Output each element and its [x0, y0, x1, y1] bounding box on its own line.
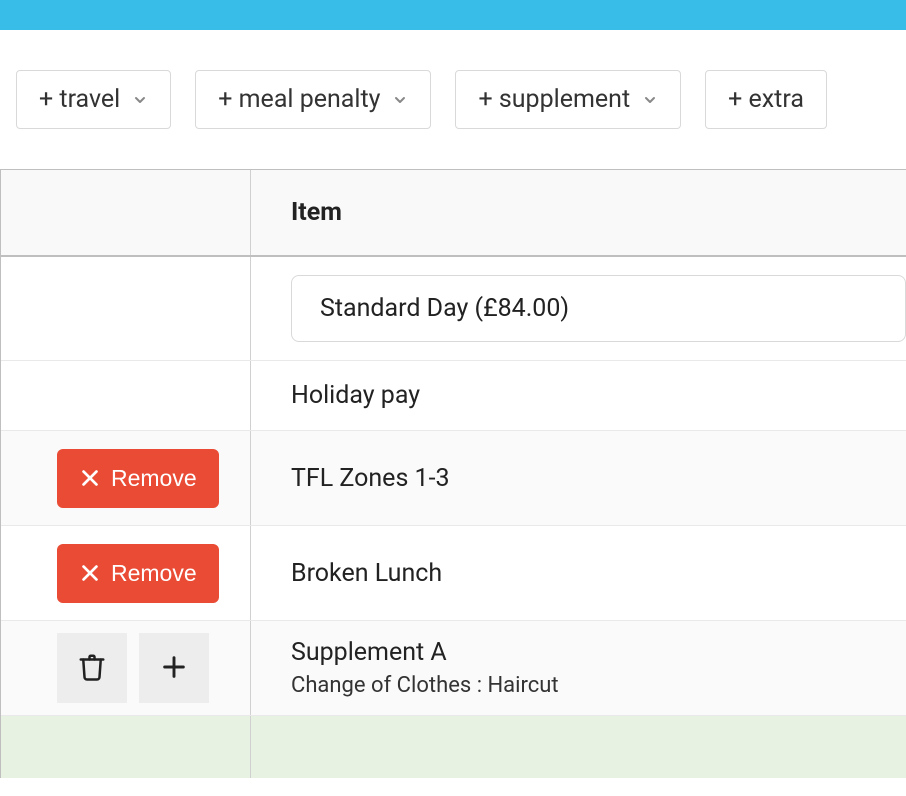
items-table: Item Standard Day (£84.00) Holiday pay R… [0, 169, 906, 778]
table-row: Holiday pay [1, 361, 906, 431]
item-cell: Broken Lunch [251, 526, 906, 620]
header-item-cell: Item [251, 170, 906, 255]
day-rate-value: Standard Day (£84.00) [320, 294, 569, 323]
plus-icon [160, 653, 188, 684]
item-cell: Standard Day (£84.00) [251, 257, 906, 360]
item-cell: Supplement A Change of Clothes : Haircut [251, 621, 906, 715]
supplement-detail: Change of Clothes : Haircut [291, 673, 866, 698]
supplement-title: Supplement A [291, 638, 866, 667]
action-toolbar: + travel + meal penalty + supplement + e… [0, 30, 906, 169]
add-extra-button[interactable]: + extra [705, 70, 827, 129]
add-travel-button[interactable]: + travel [16, 70, 171, 129]
trash-icon [77, 652, 107, 685]
close-icon [79, 467, 101, 489]
add-extra-label: + extra [728, 85, 804, 114]
actions-cell: Remove [1, 431, 251, 525]
add-supplement-label: + supplement [478, 85, 630, 114]
remove-button[interactable]: Remove [57, 544, 219, 603]
add-button[interactable] [139, 633, 209, 703]
actions-cell [1, 361, 251, 430]
table-row: Remove TFL Zones 1-3 [1, 431, 906, 526]
item-cell: TFL Zones 1-3 [251, 431, 906, 525]
table-header-row: Item [1, 170, 906, 257]
table-row: Supplement A Change of Clothes : Haircut [1, 621, 906, 716]
footer-actions-cell [1, 716, 251, 778]
remove-label: Remove [111, 465, 197, 492]
day-rate-select[interactable]: Standard Day (£84.00) [291, 275, 906, 342]
footer-item-cell [251, 716, 906, 778]
actions-cell [1, 621, 251, 715]
table-row: Standard Day (£84.00) [1, 257, 906, 361]
actions-cell: Remove [1, 526, 251, 620]
remove-label: Remove [111, 560, 197, 587]
actions-cell [1, 257, 251, 360]
chevron-down-icon [642, 92, 658, 108]
chevron-down-icon [132, 92, 148, 108]
add-meal-penalty-label: + meal penalty [218, 85, 380, 114]
remove-button[interactable]: Remove [57, 449, 219, 508]
close-icon [79, 562, 101, 584]
delete-button[interactable] [57, 633, 127, 703]
table-footer-row [1, 716, 906, 778]
item-cell: Holiday pay [251, 361, 906, 430]
table-row: Remove Broken Lunch [1, 526, 906, 621]
add-meal-penalty-button[interactable]: + meal penalty [195, 70, 431, 129]
header-bar [0, 0, 906, 30]
add-supplement-button[interactable]: + supplement [455, 70, 681, 129]
header-actions-cell [1, 170, 251, 255]
chevron-down-icon [392, 92, 408, 108]
add-travel-label: + travel [39, 85, 120, 114]
